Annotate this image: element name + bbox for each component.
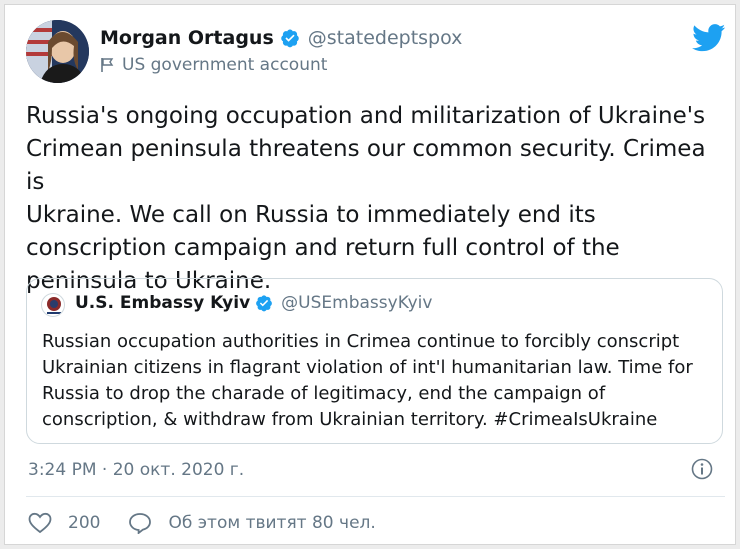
quoted-author-handle[interactable]: @USEmbassyKyiv [281,293,432,313]
author-name[interactable]: Morgan Ortagus [100,27,274,49]
government-label-text: US government account [122,55,328,75]
divider [26,496,725,497]
info-icon[interactable] [691,458,713,480]
twitter-bird-icon[interactable] [692,24,726,52]
government-flag-icon [100,57,114,73]
quoted-author-avatar [41,293,65,317]
tweet-text: Russia's ongoing occupation and militari… [26,103,706,294]
quoted-tweet-text: Russian occupation authorities in Crimea… [42,331,693,430]
heart-icon[interactable] [28,512,52,534]
verified-badge-icon [255,294,273,312]
tweet-header: Morgan Ortagus @statedeptspox US governm… [26,20,726,90]
author-handle[interactable]: @statedeptspox [308,27,463,49]
government-label: US government account [100,55,327,75]
author-name-line: Morgan Ortagus @statedeptspox [100,27,462,49]
tweet-actions: 200 Об этом твитят 80 чел. [28,512,376,535]
tweet-timestamp[interactable]: 3:24 PM · 20 окт. 2020 г. [28,460,244,480]
verified-badge-icon [280,28,300,48]
people-talking-link[interactable]: Об этом твитят 80 чел. [168,513,375,533]
reply-bubble-icon[interactable] [128,512,152,535]
quoted-tweet[interactable]: U.S. Embassy Kyiv @USEmbassyKyiv Russian… [26,278,723,444]
author-avatar[interactable] [26,20,89,83]
quoted-name-line: U.S. Embassy Kyiv @USEmbassyKyiv [75,293,432,313]
like-count[interactable]: 200 [68,513,100,533]
tweet-card: Morgan Ortagus @statedeptspox US governm… [4,4,736,545]
quoted-author-name[interactable]: U.S. Embassy Kyiv [75,293,250,313]
